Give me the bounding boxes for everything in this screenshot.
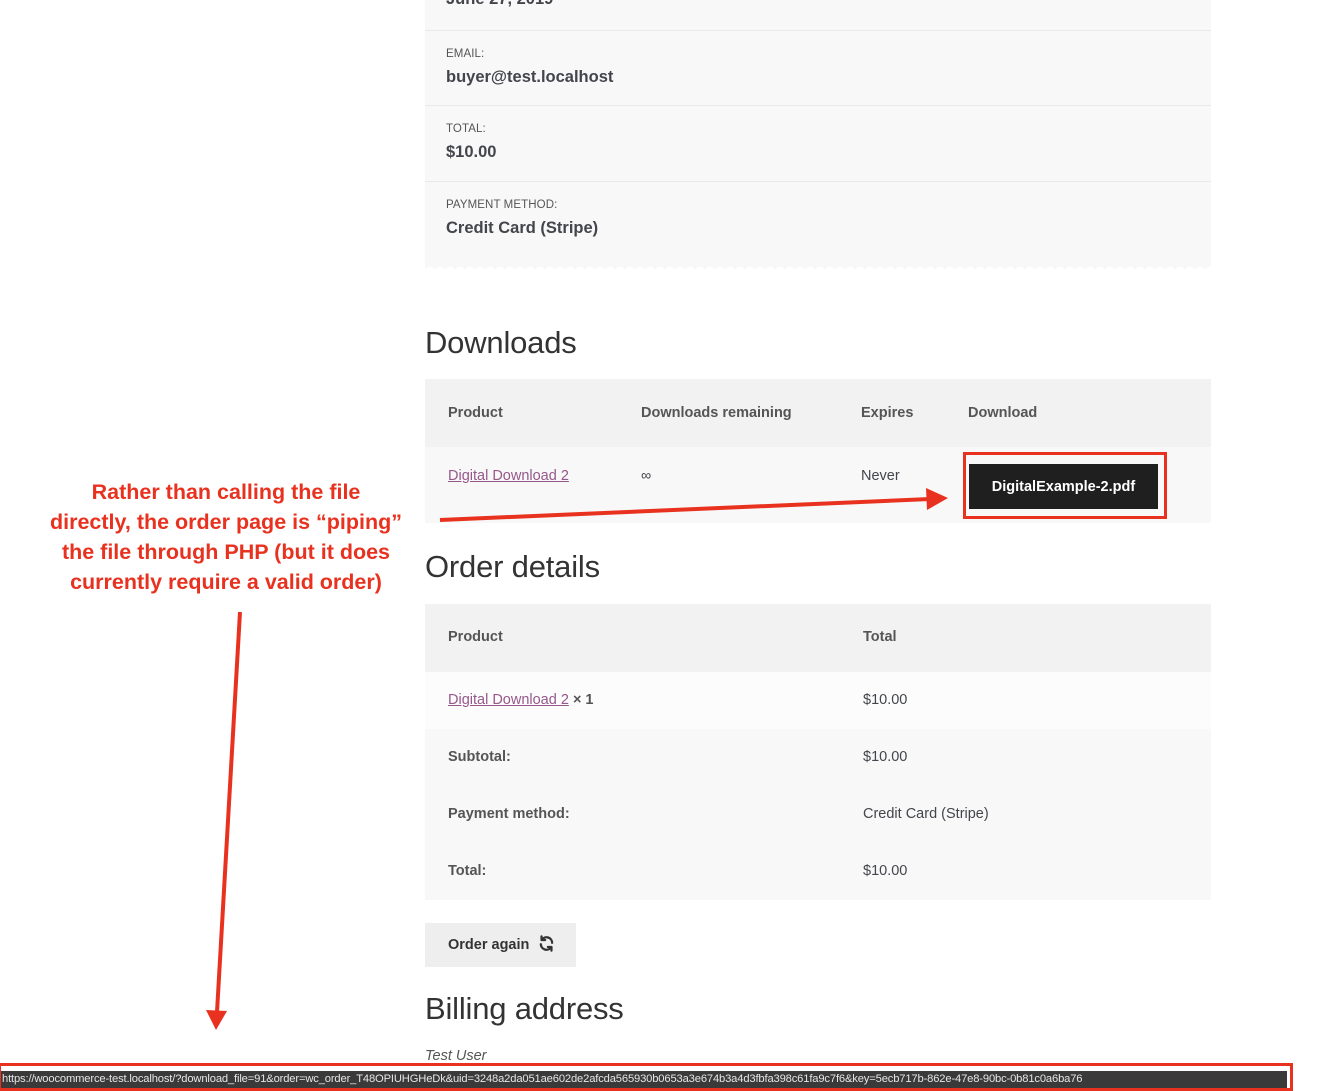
annotation-arrows (206, 488, 948, 1030)
arrow-head (206, 1010, 227, 1030)
arrow-to-status-bar (215, 611, 242, 1013)
arrow-to-download-button (439, 497, 931, 522)
arrow-head (926, 488, 948, 510)
highlight-box (0, 1063, 1293, 1091)
